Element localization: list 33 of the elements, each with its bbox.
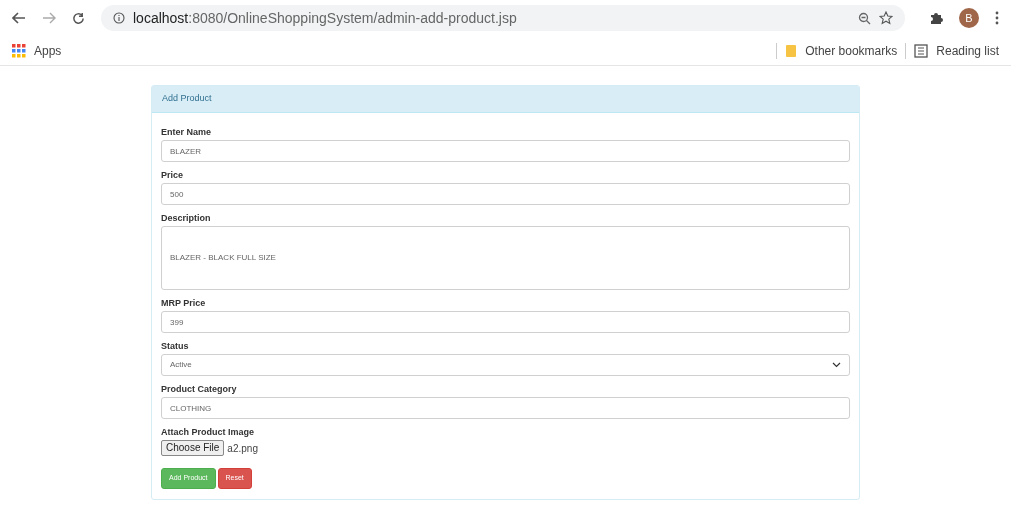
- input-field[interactable]: 500: [161, 183, 850, 205]
- choose-file-button[interactable]: Choose File: [161, 440, 225, 456]
- field-label: Description: [161, 212, 212, 225]
- profile-avatar[interactable]: B: [959, 8, 979, 28]
- address-bar[interactable]: localhost:8080/OnlineShoppingSystem/admin-add-product.jsp: [101, 5, 905, 31]
- bookmark-item[interactable]: Other bookmarks: [785, 41, 898, 60]
- select-field[interactable]: Active: [161, 354, 850, 376]
- chevron-down-icon: [832, 362, 841, 368]
- puzzle-icon[interactable]: [929, 11, 943, 25]
- back-icon[interactable]: [12, 12, 26, 24]
- reading-list-icon: [914, 43, 929, 58]
- zoom-icon[interactable]: [858, 11, 871, 25]
- url-text: localhost:8080/OnlineShoppingSystem/admin-add-product.jsp: [133, 8, 517, 28]
- input-field[interactable]: 399: [161, 311, 850, 333]
- star-icon[interactable]: [879, 11, 893, 25]
- field-label: Enter Name: [161, 126, 213, 139]
- field-label: Attach Product Image: [161, 426, 255, 439]
- file-name: a2.png: [227, 441, 258, 456]
- folder-icon: [785, 43, 798, 58]
- field-label: Product Category: [161, 383, 238, 396]
- apps-grid-icon: [12, 43, 26, 58]
- input-field[interactable]: BLAZER: [161, 140, 850, 162]
- reload-icon[interactable]: [72, 11, 85, 25]
- input-field[interactable]: CLOTHING: [161, 397, 850, 419]
- textarea-field[interactable]: BLAZER - BLACK FULL SIZE: [161, 226, 850, 290]
- panel-title: Add Product: [162, 92, 212, 106]
- field-label: Status: [161, 340, 190, 353]
- field-label: Price: [161, 169, 185, 182]
- bookmark-item[interactable]: Reading list: [914, 41, 999, 60]
- info-icon: [113, 12, 125, 24]
- menu-icon[interactable]: [995, 11, 999, 25]
- bookmark-item[interactable]: Apps: [12, 41, 62, 60]
- field-label: MRP Price: [161, 297, 207, 310]
